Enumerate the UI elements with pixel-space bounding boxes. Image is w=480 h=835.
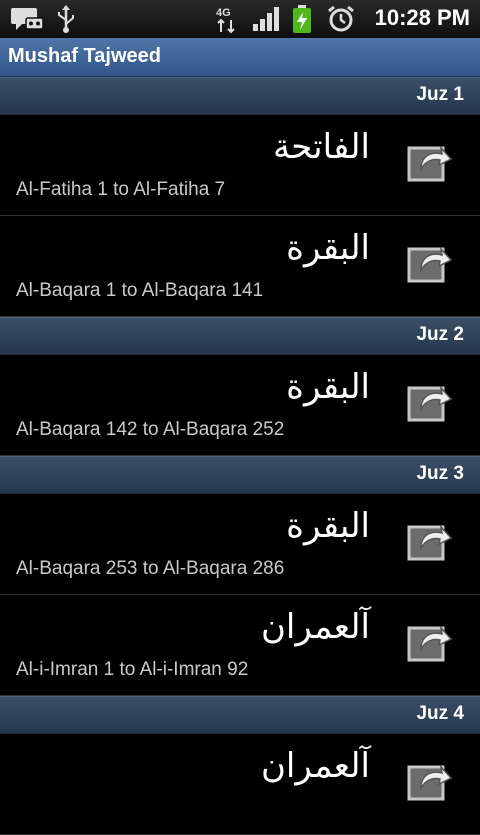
juz-header-label: Juz 3	[416, 463, 464, 484]
ayah-range: Al-Fatiha 1 to Al-Fatiha 7	[16, 179, 226, 200]
juz-header-label: Juz 2	[416, 324, 464, 345]
ayah-range: Al-i-Imran 1 to Al-i-Imran 92	[16, 659, 249, 680]
ayah-range: Al-Baqara 253 to Al-Baqara 286	[16, 558, 285, 579]
juz-header-label: Juz 1	[416, 84, 464, 105]
app-title-bar: Mushaf Tajweed	[0, 38, 480, 77]
status-bar: 4G 10:28 PM	[0, 0, 480, 38]
open-page-icon[interactable]	[406, 379, 452, 425]
ayah-range: Al-Baqara 1 to Al-Baqara 141	[16, 280, 264, 301]
app-title: Mushaf Tajweed	[8, 45, 161, 67]
signal-strength-icon	[253, 7, 279, 31]
juz-list[interactable]: Juz 1 الفاتحة Al-Fatiha 1 to Al-Fatiha 7…	[0, 77, 480, 835]
surah-arabic-name: البقرة	[286, 228, 370, 268]
usb-icon	[58, 5, 74, 33]
network-4g-icon: 4G	[216, 7, 235, 34]
surah-arabic-name: البقرة	[286, 367, 370, 407]
surah-arabic-name: الفاتحة	[272, 127, 370, 167]
open-page-icon[interactable]	[406, 139, 452, 185]
open-page-icon[interactable]	[406, 619, 452, 665]
surah-arabic-name: آلعمران	[260, 607, 370, 647]
list-item[interactable]: البقرة Al-Baqara 142 to Al-Baqara 252	[0, 355, 480, 456]
alarm-clock-icon	[328, 5, 354, 32]
list-item[interactable]: آلعمران Al-i-Imran 1 to Al-i-Imran 92	[0, 595, 480, 696]
list-item[interactable]: الفاتحة Al-Fatiha 1 to Al-Fatiha 7	[0, 115, 480, 216]
juz-header: Juz 1	[0, 77, 480, 115]
surah-arabic-name: آلعمران	[260, 746, 370, 786]
surah-arabic-name: البقرة	[286, 506, 370, 546]
list-item[interactable]: البقرة Al-Baqara 253 to Al-Baqara 286	[0, 494, 480, 595]
network-type-label: 4G	[216, 7, 231, 19]
juz-header-label: Juz 4	[416, 703, 464, 724]
battery-charging-icon	[293, 5, 311, 33]
juz-header: Juz 2	[0, 317, 480, 355]
list-item[interactable]: آلعمران	[0, 734, 480, 835]
open-page-icon[interactable]	[406, 758, 452, 804]
ayah-range: Al-Baqara 142 to Al-Baqara 252	[16, 419, 285, 440]
open-page-icon[interactable]	[406, 518, 452, 564]
list-item[interactable]: البقرة Al-Baqara 1 to Al-Baqara 141	[0, 216, 480, 317]
voicemail-notification-icon	[11, 8, 44, 30]
open-page-icon[interactable]	[406, 240, 452, 286]
clock-time: 10:28 PM	[374, 5, 470, 30]
juz-header: Juz 3	[0, 456, 480, 494]
juz-header: Juz 4	[0, 696, 480, 734]
